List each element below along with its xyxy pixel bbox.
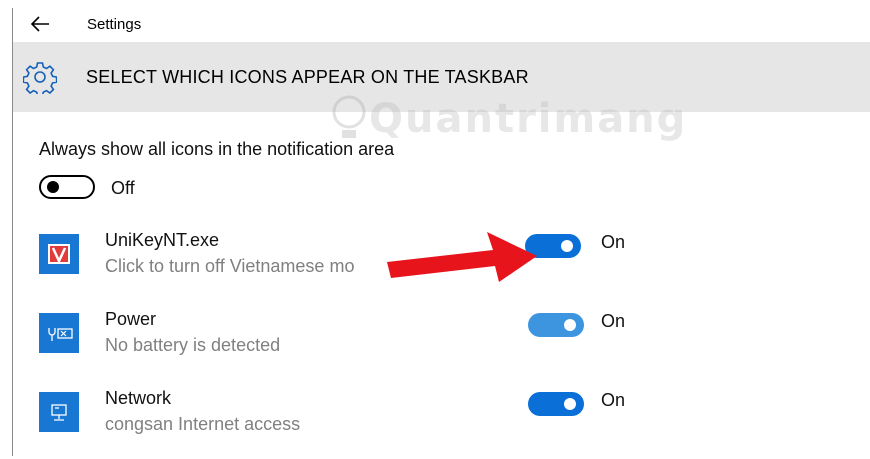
page-title: SELECT WHICH ICONS APPEAR ON THE TASKBAR [86,67,529,87]
app-description: No battery is detected [105,335,281,355]
power-state: On [601,311,626,331]
app-description: congsan Internet access [105,414,301,434]
always-show-label: Always show all icons in the notificatio… [39,139,395,159]
always-show-state: Off [111,178,135,198]
red-arrow-icon [387,232,537,282]
power-icon [39,313,79,353]
back-button[interactable] [29,14,51,34]
unikey-icon [39,234,79,274]
network-tile [39,392,79,432]
network-icon [51,404,67,421]
app-name: Network [105,388,172,408]
unikey-logo-icon [48,244,70,264]
app-name: Power [105,309,157,329]
gear-icon [23,62,57,94]
title-bar: Settings [13,8,870,42]
settings-window: Settings SELECT WHICH ICONS APPEAR ON TH… [12,8,870,456]
unikey-state: On [601,232,626,252]
window-title: Settings [87,16,142,33]
toggle-knob [561,240,573,252]
network-state: On [601,390,626,410]
app-description: Click to turn off Vietnamese mo [105,256,355,276]
always-show-toggle[interactable] [39,175,95,199]
back-arrow-icon [30,16,49,32]
toggle-knob [564,398,576,410]
power-toggle[interactable] [528,313,584,337]
toggle-knob [47,181,59,193]
battery-icon [48,328,73,341]
watermark-text: Quantrimang [369,96,688,142]
network-toggle[interactable] [528,392,584,416]
app-name: UniKeyNT.exe [105,230,220,250]
toggle-knob [564,319,576,331]
